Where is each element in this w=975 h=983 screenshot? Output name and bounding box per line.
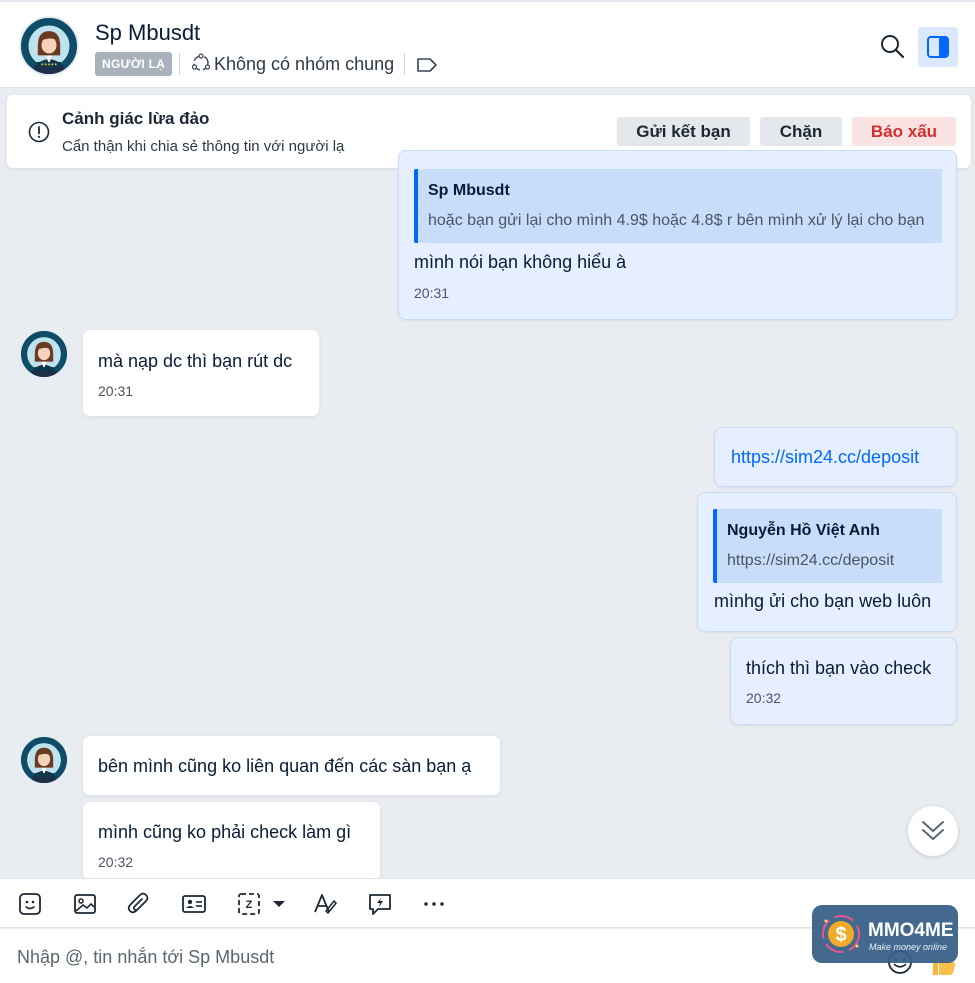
screenshot-button[interactable]: Z <box>236 891 288 917</box>
svg-text:Z: Z <box>246 899 253 911</box>
contact-avatar[interactable]: ★★★★★ <box>19 16 79 76</box>
message-bubble-mine[interactable]: https://sim24.cc/deposit <box>714 427 957 487</box>
message-text: mình nói bạn không hiểu à <box>414 252 627 272</box>
contact-card-icon <box>182 895 206 913</box>
sender-avatar[interactable] <box>19 735 69 785</box>
more-horizontal-icon <box>424 902 444 906</box>
divider <box>404 53 405 75</box>
mmo4me-watermark-logo: $ MMO4ME Make money online <box>812 905 958 963</box>
text-format-icon <box>314 894 338 915</box>
message-bubble-mine[interactable]: thích thì bạn vào check 20:32 <box>730 637 957 725</box>
mutual-groups-text[interactable]: Không có nhóm chung <box>214 54 394 75</box>
warning-description: Cẩn thận khi chia sẻ thông tin với người… <box>62 138 345 155</box>
text-format-button[interactable] <box>312 891 338 917</box>
message-bubble-theirs[interactable]: mình cũng ko phải check làm gì 20:32 <box>82 801 381 881</box>
sender-avatar[interactable] <box>19 329 69 379</box>
stranger-badge: NGƯỜI LẠ <box>95 52 173 76</box>
message-time: 20:32 <box>746 690 782 706</box>
message-text: mà nạp dc thì bạn rút dc <box>98 351 293 371</box>
quote-author: Nguyễn Hồ Việt Anh <box>727 522 880 539</box>
report-button[interactable]: Báo xấu <box>852 117 956 146</box>
message-text: bên mình cũng ko liên quan đến các sàn b… <box>98 756 472 776</box>
dollar-coin-icon: $ <box>822 915 860 953</box>
quoted-message[interactable]: Sp Mbusdt hoặc bạn gửi lại cho mình 4.9$… <box>414 169 942 243</box>
divider <box>179 53 180 75</box>
search-icon[interactable] <box>878 32 906 60</box>
svg-text:★★★★★: ★★★★★ <box>41 63 58 67</box>
message-time: 20:32 <box>98 854 134 870</box>
image-icon <box>74 894 96 914</box>
quote-author: Sp Mbusdt <box>428 182 510 199</box>
attach-file-button[interactable] <box>126 891 152 917</box>
quoted-message[interactable]: Nguyễn Hồ Việt Anh https://sim24.cc/depo… <box>713 509 942 583</box>
contact-name[interactable]: Sp Mbusdt <box>95 20 200 46</box>
quick-message-icon <box>369 894 391 915</box>
send-friend-request-button[interactable]: Gửi kết bạn <box>617 117 750 146</box>
screenshot-icon: Z <box>238 893 285 915</box>
quote-text: https://sim24.cc/deposit <box>727 552 895 569</box>
message-link[interactable]: https://sim24.cc/deposit <box>731 447 919 468</box>
quick-message-button[interactable] <box>367 891 393 917</box>
message-text: mình cũng ko phải check làm gì <box>98 822 352 842</box>
message-bubble-mine[interactable]: Sp Mbusdt hoặc bạn gửi lại cho mình 4.9$… <box>398 150 957 320</box>
message-time: 20:31 <box>414 285 450 301</box>
message-input[interactable] <box>17 943 777 971</box>
message-text: thích thì bạn vào check <box>746 658 932 678</box>
warning-title: Cảnh giác lừa đảo <box>62 109 210 128</box>
double-chevron-down-icon <box>922 821 944 840</box>
paperclip-icon <box>127 892 149 914</box>
sticker-icon <box>19 893 41 915</box>
watermark-subtitle: Make money online <box>869 942 948 952</box>
chat-header: ★★★★★ Sp Mbusdt NGƯỜI LẠ Không có nhóm c… <box>0 0 975 88</box>
sticker-button[interactable] <box>17 891 43 917</box>
tag-icon[interactable] <box>416 57 438 73</box>
more-options-button[interactable] <box>421 891 447 917</box>
sidebar-panel-icon <box>927 36 949 58</box>
image-button[interactable] <box>72 891 98 917</box>
quote-text: hoặc bạn gửi lại cho mình 4.9$ hoặc 4.8$… <box>428 212 925 229</box>
scroll-to-bottom-button[interactable] <box>908 806 958 856</box>
conversation-info-toggle-button[interactable] <box>918 27 958 67</box>
message-text: mìnhg ửi cho bạn web luôn <box>714 591 932 611</box>
send-contact-card-button[interactable] <box>181 891 207 917</box>
group-icon <box>191 53 211 71</box>
message-bubble-theirs[interactable]: bên mình cũng ko liên quan đến các sàn b… <box>82 735 501 796</box>
watermark-title: MMO4ME <box>868 920 954 941</box>
message-bubble-mine[interactable]: Nguyễn Hồ Việt Anh https://sim24.cc/depo… <box>697 492 957 632</box>
message-bubble-theirs[interactable]: mà nạp dc thì bạn rút dc 20:31 <box>82 329 320 417</box>
alert-circle-icon <box>28 121 50 143</box>
message-time: 20:31 <box>98 383 134 399</box>
svg-text:$: $ <box>835 924 846 946</box>
block-button[interactable]: Chặn <box>760 117 842 146</box>
